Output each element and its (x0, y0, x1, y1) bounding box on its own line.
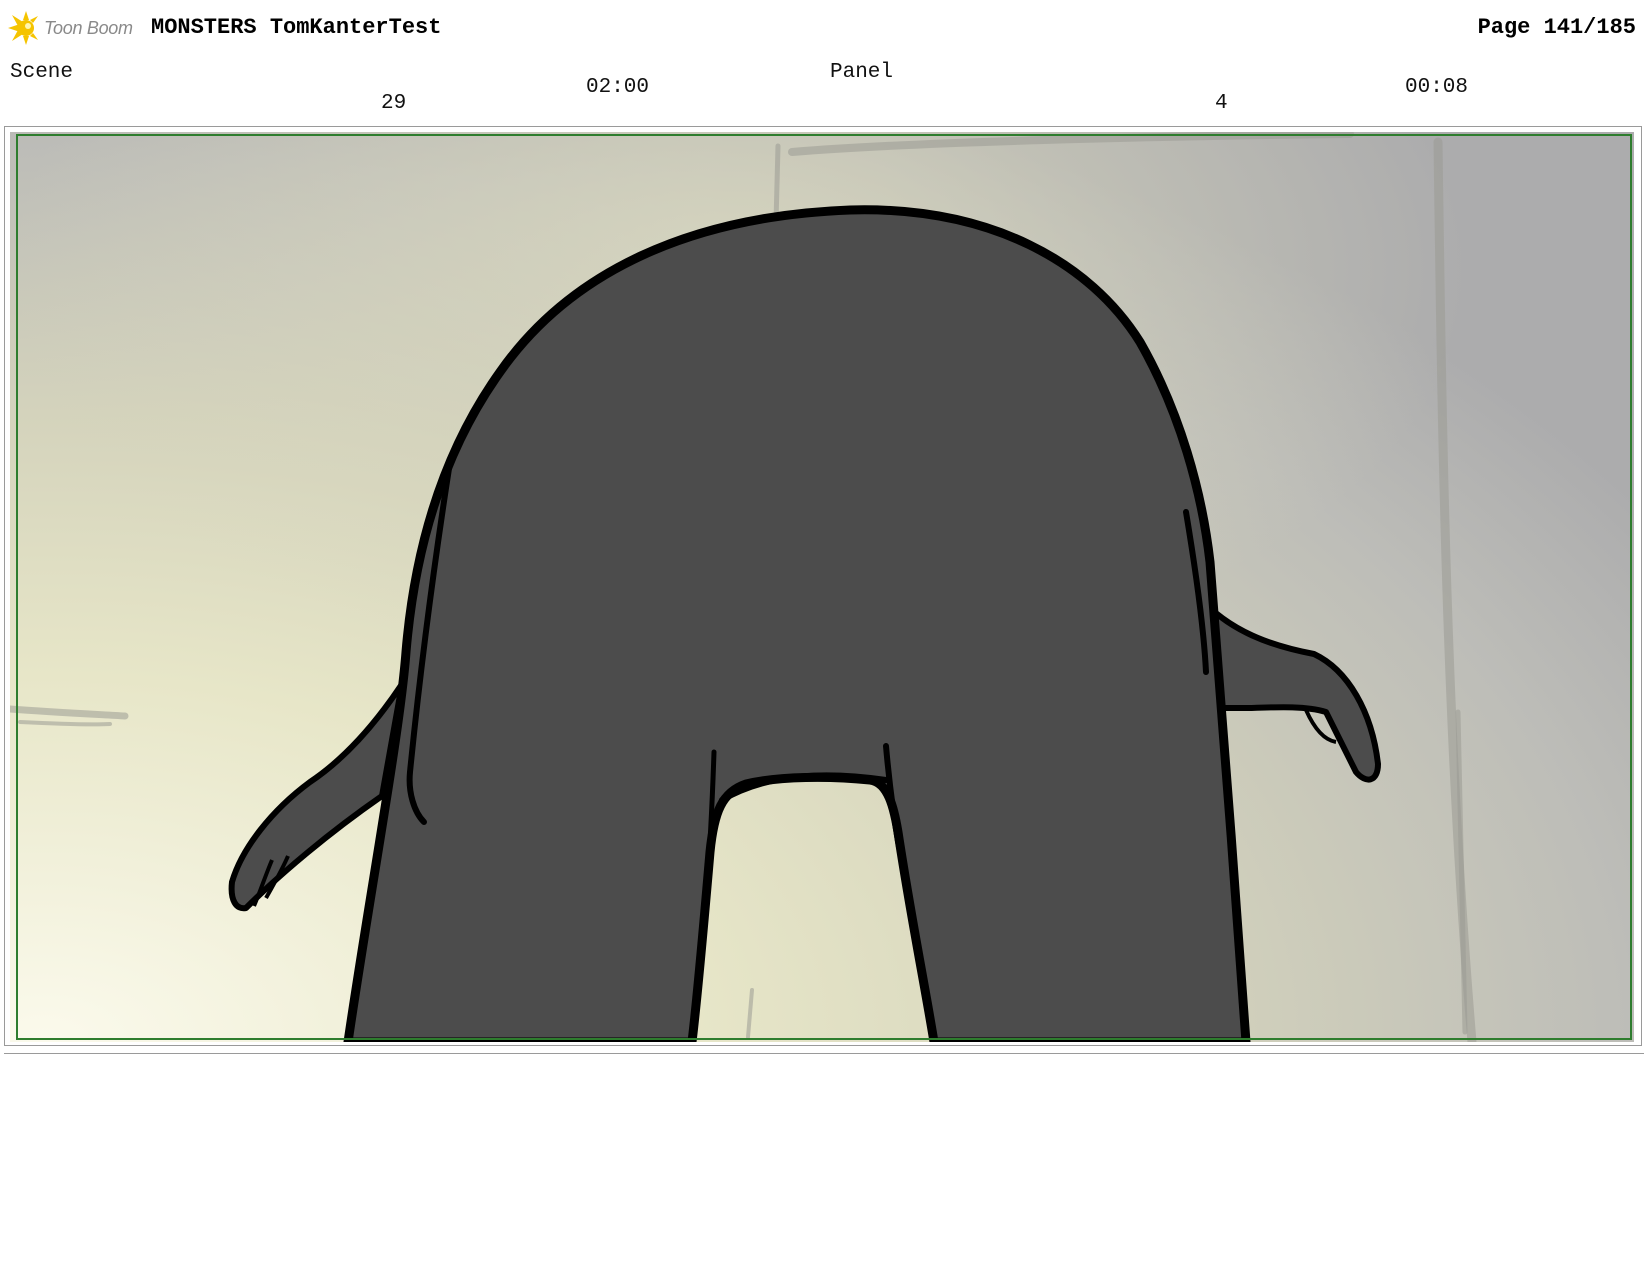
caption-divider (4, 1053, 1644, 1054)
monster-silhouette-drawing (10, 132, 1634, 1042)
scene-duration: 02:00 (586, 76, 650, 99)
toon-boom-logo: Toon Boom (6, 10, 133, 46)
panel-duration: 00:08 (1405, 76, 1469, 99)
scene-number: 29 (381, 92, 407, 115)
document-title: MONSTERS TomKanterTest (151, 15, 442, 40)
panel-number: 4 (1215, 92, 1228, 115)
page-number: Page 141/185 (1477, 15, 1636, 40)
logo-text: Toon Boom (44, 17, 133, 38)
panel-label: Panel (830, 61, 894, 84)
panel-artwork (10, 132, 1634, 1042)
toon-boom-sun-icon (8, 11, 38, 45)
scene-label: Scene (10, 61, 74, 84)
